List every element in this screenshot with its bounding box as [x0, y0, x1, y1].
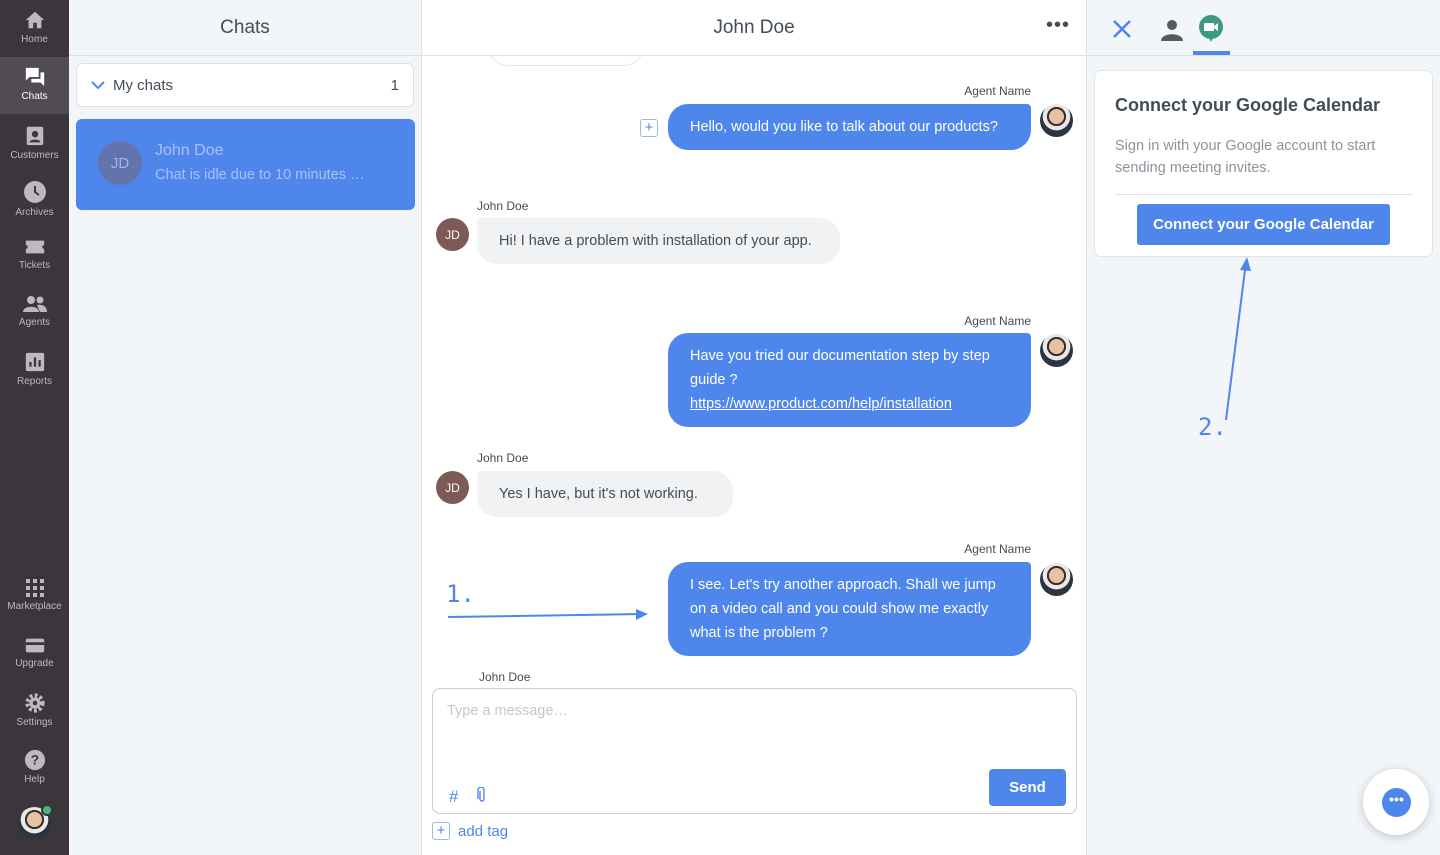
help-link[interactable]: https://www.product.com/help/installatio…	[690, 396, 952, 412]
gear-icon	[24, 693, 45, 713]
customer-info-tab-icon[interactable]	[1160, 18, 1184, 42]
close-icon[interactable]	[1112, 19, 1132, 39]
chat-bubble-icon: •••	[1382, 788, 1411, 817]
google-calendar-card: Connect your Google Calendar Sign in wit…	[1094, 70, 1433, 257]
message-list[interactable]: Agent Name + Hello, would you like to ta…	[422, 56, 1086, 686]
message-composer: # Send	[432, 688, 1077, 814]
message-input[interactable]	[447, 703, 987, 763]
user-avatar[interactable]	[18, 804, 53, 840]
chat-list-panel: Chats My chats 1 JD John Doe Chat is idl…	[69, 0, 422, 855]
main-nav: Home Chats Customers Archives Tickets Ag…	[0, 0, 69, 855]
clock-icon	[23, 181, 46, 203]
svg-text:?: ?	[30, 753, 38, 768]
add-tag-button[interactable]: + add tag	[432, 822, 508, 840]
nav-upgrade[interactable]: Upgrade	[0, 626, 69, 683]
chat-widget-button[interactable]: •••	[1363, 769, 1429, 835]
hashtag-icon[interactable]: #	[449, 787, 458, 807]
chat-count: 1	[390, 76, 399, 94]
home-icon	[25, 11, 44, 29]
chevron-down-icon	[91, 81, 105, 90]
agent-avatar	[1040, 334, 1073, 367]
details-panel: Connect your Google Calendar Sign in wit…	[1087, 0, 1440, 855]
nav-marketplace[interactable]: Marketplace	[0, 569, 69, 626]
grid-icon	[25, 579, 44, 597]
agent-avatar	[1040, 104, 1073, 137]
more-options-icon[interactable]: •••	[1046, 14, 1070, 37]
nav-chats[interactable]: Chats	[0, 57, 69, 114]
agent-message: I see. Let's try another approach. Shall…	[668, 562, 1031, 656]
divider	[1115, 194, 1413, 195]
annotation-label-2: 2.	[1198, 413, 1227, 441]
connect-google-calendar-button[interactable]: Connect your Google Calendar	[1137, 204, 1390, 245]
chat-list-title: Chats	[69, 0, 421, 56]
nav-customers[interactable]: Customers	[0, 114, 69, 171]
customer-avatar: JD	[436, 471, 469, 504]
agent-avatar	[1040, 563, 1073, 596]
paperclip-icon[interactable]	[477, 787, 487, 803]
chat-panel: John Doe ••• Agent Name + Hello, would yo…	[422, 0, 1087, 855]
customer-avatar: JD	[436, 218, 469, 251]
customer-message: Yes I have, but it's not working.	[477, 471, 733, 517]
send-button[interactable]: Send	[989, 769, 1066, 806]
nav-archives[interactable]: Archives	[0, 171, 69, 228]
chat-header: John Doe •••	[422, 0, 1086, 56]
annotation-label-1: 1.	[446, 580, 475, 608]
help-icon: ?	[24, 749, 45, 771]
details-tabs	[1087, 0, 1440, 56]
agent-message: Hello, would you like to talk about our …	[668, 104, 1031, 150]
nav-help[interactable]: ? Help	[0, 740, 69, 797]
next-message-sender: John Doe	[479, 670, 531, 684]
agents-icon	[22, 296, 47, 312]
chats-icon	[25, 67, 44, 87]
google-meet-tab-icon[interactable]	[1198, 14, 1224, 42]
chat-list-item[interactable]: JD John Doe Chat is idle due to 10 minut…	[76, 119, 415, 210]
nav-home[interactable]: Home	[0, 0, 69, 57]
customers-icon	[26, 126, 43, 146]
nav-agents[interactable]: Agents	[0, 285, 69, 342]
plus-icon: +	[432, 822, 450, 840]
reports-icon	[25, 352, 44, 372]
add-icon[interactable]: +	[640, 119, 658, 137]
active-tab-indicator	[1193, 51, 1230, 55]
my-chats-group[interactable]: My chats 1	[76, 63, 414, 107]
online-status-dot	[41, 804, 53, 816]
agent-message: Have you tried our documentation step by…	[668, 333, 1031, 427]
nav-tickets[interactable]: Tickets	[0, 228, 69, 285]
previous-message-bubble	[488, 56, 644, 66]
card-icon	[25, 638, 44, 653]
customer-message: Hi! I have a problem with installation o…	[477, 218, 840, 264]
nav-settings[interactable]: Settings	[0, 683, 69, 740]
nav-reports[interactable]: Reports	[0, 342, 69, 399]
ticket-icon	[25, 240, 44, 254]
avatar: JD	[98, 141, 142, 185]
